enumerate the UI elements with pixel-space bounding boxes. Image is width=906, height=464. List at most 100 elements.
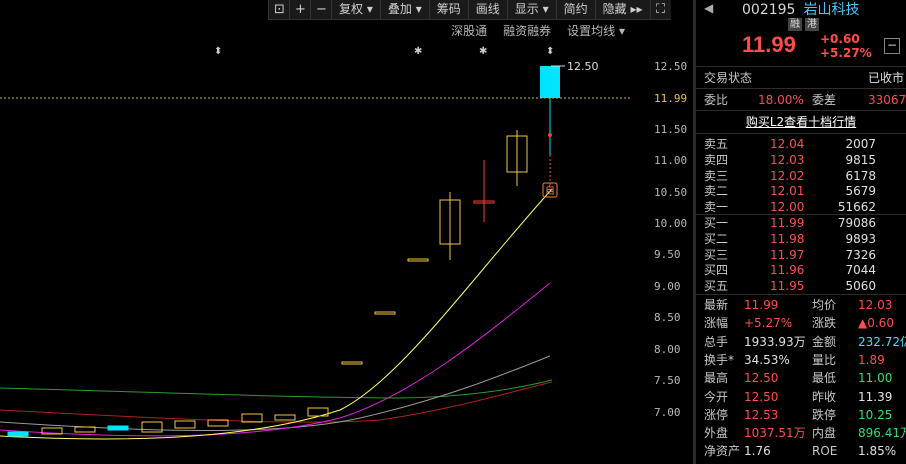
stat-row: 涨停 12.53 跌停 10.25: [704, 406, 906, 424]
commission-row: 委比 18.00% 委差 33067: [704, 91, 906, 109]
price-change: +0.60 +5.27%: [820, 32, 872, 60]
stat-row: 总手 1933.93万 金额 232.72亿: [704, 333, 906, 351]
axis-tick: 7.00: [654, 406, 681, 419]
ask-row[interactable]: 卖一 12.00 51662: [704, 200, 904, 215]
high-price-label: 12.50: [567, 60, 599, 73]
ma10-line: [0, 282, 551, 437]
overlay-button[interactable]: 叠加 ▾: [379, 0, 429, 19]
axis-tick: 10.50: [654, 186, 688, 199]
lock-icon[interactable]: ⊡: [268, 0, 289, 19]
stat-value: 232.72亿: [858, 334, 906, 349]
divider: [696, 110, 906, 111]
stat-label: 内盘: [812, 426, 837, 441]
bid-price: 11.96: [770, 263, 805, 278]
ask-volume: 2007: [845, 137, 876, 151]
chips-button[interactable]: 筹码: [428, 0, 468, 19]
bid-row[interactable]: 买三 11.97 7326: [704, 248, 904, 263]
candlestick-chart[interactable]: 12.50 自 ⬍ ✱ ✱ ⬍: [0, 0, 693, 464]
last-candle-body: [540, 66, 560, 98]
chart-toolbar: ⊡ + − 复权 ▾ 叠加 ▾ 筹码 画线 显示 ▾ 简约 隐藏 ▸▸ ⛶: [268, 0, 671, 20]
ask-volume: 9815: [845, 152, 876, 167]
stat-label: 外盘: [704, 426, 729, 441]
bid-volume: 7044: [845, 263, 876, 278]
auto-badge: 自: [545, 184, 555, 197]
bid-volume: 7326: [845, 247, 876, 262]
bid-label: 买三: [704, 247, 729, 262]
change-value: +0.60: [820, 32, 860, 46]
bid-label: 买一: [704, 216, 729, 230]
collapse-button[interactable]: −: [884, 38, 900, 54]
stat-label: 均价: [812, 298, 837, 312]
ask-price: 12.02: [770, 168, 805, 183]
candle: [174, 420, 196, 429]
ask-row[interactable]: 卖三 12.02 6178: [704, 169, 904, 184]
ask-row[interactable]: 卖四 12.03 9815: [704, 153, 904, 168]
price-axis: 12.50 11.99 11.50 11.00 10.50 10.00 9.50…: [632, 0, 693, 464]
simple-button[interactable]: 简约: [555, 0, 595, 19]
bid-row[interactable]: 买一 11.99 79086: [704, 216, 904, 231]
stat-label: 量比: [812, 352, 837, 367]
prev-stock-icon[interactable]: ◀: [704, 1, 713, 15]
ma60-line: [0, 379, 553, 399]
candle: [341, 361, 363, 365]
zoom-out-button[interactable]: −: [310, 0, 331, 19]
fuquan-button[interactable]: 复权 ▾: [331, 0, 380, 19]
ask-label: 卖一: [704, 200, 729, 215]
ask-price: 12.01: [770, 184, 805, 199]
ask-volume: 5679: [845, 184, 876, 199]
ma-settings-link[interactable]: 设置均线 ▾: [567, 22, 625, 39]
stat-label: 最低: [812, 371, 837, 386]
indicator-subbar: 深股通 融资融券 设置均线 ▾: [451, 22, 625, 39]
ask-row[interactable]: 卖二 12.01 5679: [704, 184, 904, 199]
stat-row: 涨幅 +5.27% 涨跌 ▲0.60: [704, 314, 906, 332]
event-marker: ✱: [414, 46, 422, 57]
ask-volume: 6178: [845, 168, 876, 183]
ma30-line: [0, 381, 553, 423]
ask-label: 卖五: [704, 137, 729, 151]
stat-value: 11.99: [744, 298, 779, 312]
zoom-in-button[interactable]: +: [289, 0, 310, 19]
display-button[interactable]: 显示 ▾: [506, 0, 556, 19]
kline-chart-area[interactable]: 12.50 自 ⬍ ✱ ✱ ⬍ ⊡ + − 复权 ▾ 叠加 ▾ 筹码 画线 显示…: [0, 0, 693, 464]
stock-code-name: 002195 岩山科技: [742, 0, 859, 19]
ask-label: 卖二: [704, 184, 729, 199]
draw-line-button[interactable]: 画线: [467, 0, 507, 19]
bid-row[interactable]: 买二 11.98 9893: [704, 232, 904, 247]
axis-tick: 11.00: [654, 154, 688, 167]
wc-value: 33067: [868, 93, 906, 107]
stat-label: ROE: [812, 444, 838, 459]
divider: [696, 88, 906, 89]
wc-label: 委差: [812, 93, 837, 107]
divider: [696, 133, 906, 134]
hk-tag: 港: [805, 18, 819, 31]
stat-label: 换手*: [704, 352, 735, 367]
stat-label: 涨幅: [704, 316, 729, 331]
ask-row[interactable]: 卖五 12.04 2007: [704, 137, 904, 152]
bid-row[interactable]: 买四 11.96 7044: [704, 263, 904, 278]
margin-trading-link[interactable]: 融资融券: [503, 22, 551, 39]
stat-label: 跌停: [812, 407, 837, 422]
stat-value: 11.39: [858, 389, 893, 404]
bid-row[interactable]: 买五 11.95 5060: [704, 279, 904, 294]
axis-tick: 12.50: [654, 60, 688, 73]
divider: [696, 214, 906, 215]
stat-row: 最高 12.50 最低 11.00: [704, 369, 906, 387]
ma5-line: [0, 188, 553, 440]
stat-label: 昨收: [812, 389, 837, 404]
l2-purchase-link[interactable]: 购买L2查看十档行情: [696, 113, 906, 130]
quote-header: ◀ 002195 岩山科技 融 港 11.99 +0.60 +5.27% −: [696, 0, 906, 66]
hk-connect-link[interactable]: 深股通: [451, 22, 487, 39]
ask-price: 12.00: [770, 200, 805, 215]
ask-label: 卖三: [704, 168, 729, 183]
stat-label: 最新: [704, 298, 729, 312]
stat-value: 1.76: [744, 444, 771, 459]
ask-price: 12.03: [770, 152, 805, 167]
divider: [696, 294, 906, 295]
stat-value: 12.03: [858, 298, 893, 312]
axis-tick: 7.50: [654, 374, 681, 387]
axis-tick: 9.00: [654, 280, 681, 293]
marker-dot: [548, 133, 552, 137]
status-label: 交易状态: [704, 71, 753, 85]
stock-code: 002195: [742, 2, 796, 18]
stat-value: 34.53%: [744, 352, 790, 367]
